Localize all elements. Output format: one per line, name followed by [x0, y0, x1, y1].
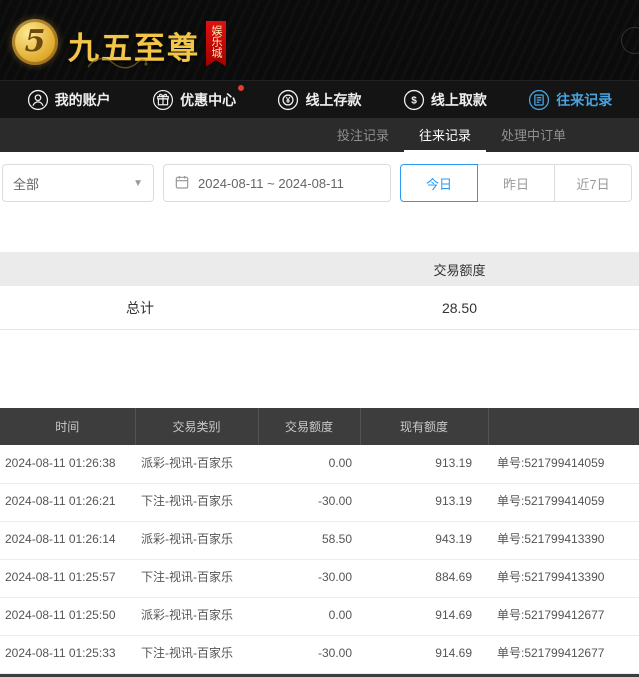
flourish-ornament	[86, 54, 150, 72]
service-icon[interactable]	[621, 27, 639, 54]
user-icon	[27, 89, 49, 111]
col-header-amount: 交易额度	[258, 408, 360, 445]
deposit-icon: ¥	[277, 89, 299, 111]
quick-range-group: 今日 昨日 近7日	[400, 164, 632, 202]
svg-text:¥: ¥	[286, 95, 291, 104]
nav-label: 往来记录	[556, 90, 612, 110]
nav-label: 线上存款	[305, 90, 361, 110]
notification-dot	[238, 85, 244, 91]
page: 5 九五至尊 娱乐城 我的账户	[0, 0, 639, 677]
nav-item-deposit[interactable]: ¥ 线上存款	[277, 89, 361, 111]
cell-time: 2024-08-11 01:26:21	[0, 483, 135, 521]
cell-amount: -30.00	[258, 635, 360, 673]
summary-header-label: 交易额度	[280, 260, 639, 279]
category-select[interactable]: 全部 ▼	[2, 164, 154, 202]
date-range-input[interactable]: 2024-08-11 ~ 2024-08-11	[163, 164, 391, 202]
nav-item-my-account[interactable]: 我的账户	[27, 89, 111, 111]
summary-total-label: 总计	[0, 298, 280, 318]
nav-item-records[interactable]: 往来记录	[528, 89, 612, 111]
svg-text:$: $	[411, 95, 417, 106]
nav-label: 优惠中心	[180, 90, 236, 110]
col-header-note	[488, 408, 639, 445]
cell-note: 单号:521799414059	[488, 445, 639, 483]
summary-header-row: 交易额度	[0, 252, 639, 286]
table-row: 2024-08-11 01:26:38 派彩-视讯-百家乐 0.00 913.1…	[0, 445, 639, 483]
main-nav: 我的账户 优惠中心 ¥	[0, 80, 639, 118]
cell-note: 单号:521799413390	[488, 521, 639, 559]
cell-amount: 0.00	[258, 445, 360, 483]
col-header-time: 时间	[0, 408, 135, 445]
cell-balance: 884.69	[360, 559, 488, 597]
table-row: 2024-08-11 01:25:50 派彩-视讯-百家乐 0.00 914.6…	[0, 597, 639, 635]
cell-time: 2024-08-11 01:25:50	[0, 597, 135, 635]
table-row: 2024-08-11 01:25:57 下注-视讯-百家乐 -30.00 884…	[0, 559, 639, 597]
nav-label: 我的账户	[55, 90, 111, 110]
table-row: 2024-08-11 01:26:21 下注-视讯-百家乐 -30.00 913…	[0, 483, 639, 521]
cell-balance: 914.69	[360, 635, 488, 673]
cell-time: 2024-08-11 01:25:33	[0, 635, 135, 673]
nav-item-withdraw[interactable]: $ 线上取款	[403, 89, 487, 111]
table-header-row: 时间 交易类别 交易额度 现有额度	[0, 408, 639, 445]
summary-total-row: 总计 28.50	[0, 286, 639, 330]
gift-icon	[152, 89, 174, 111]
table-row: 2024-08-11 01:25:33 下注-视讯-百家乐 -30.00 914…	[0, 635, 639, 673]
nav-item-promotions[interactable]: 优惠中心	[152, 89, 236, 111]
cell-amount: -30.00	[258, 483, 360, 521]
site-header: 5 九五至尊 娱乐城	[0, 0, 639, 80]
cell-time: 2024-08-11 01:25:57	[0, 559, 135, 597]
cell-balance: 913.19	[360, 445, 488, 483]
cell-note: 单号:521799414059	[488, 483, 639, 521]
records-table: 时间 交易类别 交易额度 现有额度 2024-08-11 01:26:38 派彩…	[0, 408, 639, 674]
tab-processing-orders[interactable]: 处理中订单	[486, 118, 581, 152]
last7days-button[interactable]: 近7日	[554, 164, 632, 202]
sub-tabs: 投注记录 往来记录 处理中订单	[0, 118, 639, 152]
summary-section: 交易额度 总计 28.50	[0, 252, 639, 330]
nav-label: 线上取款	[431, 90, 487, 110]
cell-time: 2024-08-11 01:26:38	[0, 445, 135, 483]
brand-badge: 娱乐城	[206, 21, 226, 67]
cell-type: 下注-视讯-百家乐	[135, 483, 258, 521]
cell-note: 单号:521799412677	[488, 635, 639, 673]
summary-total-value: 28.50	[280, 300, 639, 316]
brand-coin-icon: 5	[12, 19, 58, 65]
records-icon	[528, 89, 550, 111]
calendar-icon	[174, 174, 190, 193]
filter-bar: 全部 ▼ 2024-08-11 ~ 2024-08-11 今日 昨日 近7日	[0, 152, 639, 214]
cell-type: 下注-视讯-百家乐	[135, 559, 258, 597]
table-row: 2024-08-11 01:26:14 派彩-视讯-百家乐 58.50 943.…	[0, 521, 639, 559]
cell-balance: 943.19	[360, 521, 488, 559]
cell-balance: 913.19	[360, 483, 488, 521]
cell-time: 2024-08-11 01:26:14	[0, 521, 135, 559]
tab-betting-records[interactable]: 投注记录	[322, 118, 404, 152]
cell-type: 下注-视讯-百家乐	[135, 635, 258, 673]
tab-transaction-records[interactable]: 往来记录	[404, 118, 486, 152]
withdraw-icon: $	[403, 89, 425, 111]
date-range-value: 2024-08-11 ~ 2024-08-11	[198, 176, 344, 191]
cell-amount: 58.50	[258, 521, 360, 559]
cell-type: 派彩-视讯-百家乐	[135, 597, 258, 635]
cell-amount: 0.00	[258, 597, 360, 635]
cell-type: 派彩-视讯-百家乐	[135, 445, 258, 483]
cell-type: 派彩-视讯-百家乐	[135, 521, 258, 559]
today-button[interactable]: 今日	[400, 164, 478, 202]
chevron-down-icon: ▼	[133, 178, 143, 189]
col-header-balance: 现有额度	[360, 408, 488, 445]
cell-note: 单号:521799413390	[488, 559, 639, 597]
cell-note: 单号:521799412677	[488, 597, 639, 635]
yesterday-button[interactable]: 昨日	[477, 164, 555, 202]
next-section-edge	[0, 674, 639, 677]
cell-amount: -30.00	[258, 559, 360, 597]
cell-balance: 914.69	[360, 597, 488, 635]
category-select-value: 全部	[13, 174, 39, 193]
col-header-type: 交易类别	[135, 408, 258, 445]
